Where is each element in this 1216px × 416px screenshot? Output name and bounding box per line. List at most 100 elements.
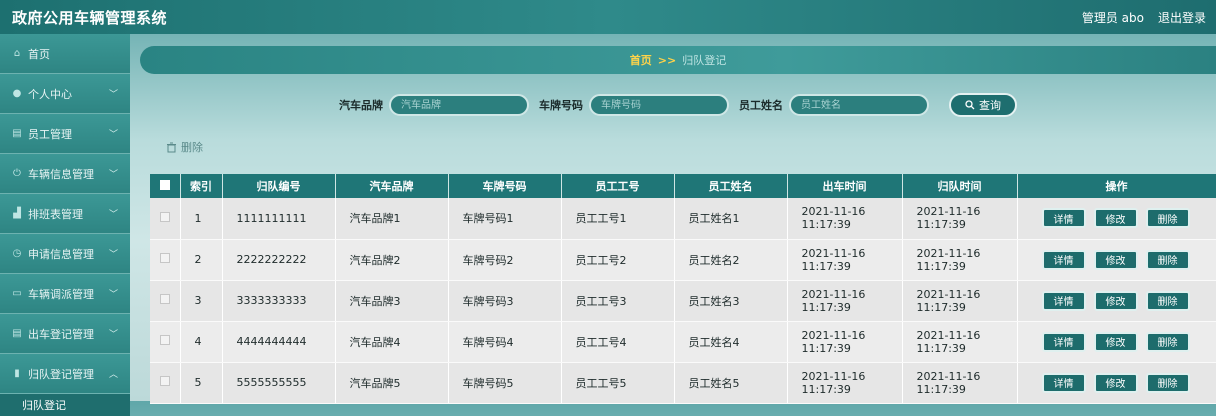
sidebar-item[interactable]: ⏻ 车辆信息管理 ﹀	[0, 154, 130, 194]
sidebar-item[interactable]: ▭ 车辆调派管理 ﹀	[0, 274, 130, 314]
top-bar: 政府公用车辆管理系统 管理员 abo 退出登录	[0, 0, 1216, 34]
column-header: 汽车品牌	[335, 174, 449, 198]
stack-icon: ▤	[12, 327, 22, 339]
table-header-row: 索引 归队编号 汽车品牌 车牌号码 员工工号 员工姓名 出车时间 归队时间 操作	[150, 174, 1216, 198]
top-bar-actions: 管理员 abo 退出登录	[1082, 9, 1206, 26]
breadcrumb-separator: >>	[657, 53, 677, 67]
edit-button[interactable]: 修改	[1093, 372, 1138, 393]
edit-button[interactable]: 修改	[1093, 208, 1138, 229]
chevron-down-icon: ﹀	[108, 130, 118, 140]
breadcrumb: 首页 >> 归队登记	[140, 46, 1216, 74]
edit-button[interactable]: 修改	[1093, 249, 1138, 270]
brand-search-input[interactable]	[389, 94, 529, 116]
sidebar-item-label: 员工管理	[28, 127, 72, 141]
home-icon: ⌂	[13, 47, 21, 59]
sidebar-item-label: 出车登记管理	[28, 327, 94, 341]
sidebar-item-content: ● 个人中心	[12, 86, 72, 102]
batch-delete-label: 删除	[181, 141, 203, 154]
row-checkbox[interactable]	[150, 198, 181, 240]
sidebar-subitem[interactable]: 归队登记	[0, 394, 130, 416]
query-button[interactable]: 查询	[949, 93, 1017, 117]
sidebar-item[interactable]: ▮ 归队登记管理 ︿	[0, 354, 130, 394]
table-cell: 车牌号码2	[448, 239, 562, 281]
delete-button[interactable]: 删除	[1145, 331, 1190, 352]
breadcrumb-home[interactable]: 首页	[630, 52, 652, 68]
power-icon: ⏻	[13, 167, 21, 179]
table-cell: 汽车品牌4	[335, 321, 449, 363]
clock-icon: ◷	[12, 247, 22, 259]
sidebar-item-content: ▤ 出车登记管理	[12, 326, 94, 342]
panel-icon: ▭	[12, 287, 22, 299]
logout-link[interactable]: 退出登录	[1158, 9, 1206, 26]
delete-button[interactable]: 删除	[1145, 290, 1190, 311]
sidebar-item[interactable]: ▤ 员工管理 ﹀	[0, 114, 130, 154]
brand-search-label: 汽车品牌	[339, 99, 383, 112]
actions-cell: 详情 修改 删除	[1017, 239, 1216, 281]
sidebar: ⌂ 首页 ● 个人中心 ﹀ ▤ 员工管理 ﹀ ⏻ 车辆信息管理 ﹀ ▟ 排班表管理 ﹀ ◷ 申请信息管理 ﹀ ▭ 车…	[0, 34, 130, 416]
admin-label[interactable]: 管理员 abo	[1082, 9, 1144, 26]
name-search-label: 员工姓名	[739, 99, 783, 112]
column-header: 归队编号	[222, 174, 336, 198]
sidebar-item[interactable]: ▟ 排班表管理 ﹀	[0, 194, 130, 234]
actions-cell: 详情 修改 删除	[1017, 321, 1216, 363]
column-header: 出车时间	[787, 174, 903, 198]
table-cell: 汽车品牌5	[335, 362, 449, 404]
table-row: 5 5555555555 汽车品牌5 车牌号码5 员工工号5 员工姓名5 2021-11-1…	[150, 362, 1216, 404]
sidebar-item-content: ▮ 归队登记管理	[12, 366, 94, 382]
delete-button[interactable]: 删除	[1145, 249, 1190, 270]
column-header: 员工姓名	[674, 174, 788, 198]
table-cell: 1	[180, 198, 223, 240]
select-all-checkbox[interactable]	[150, 174, 181, 198]
table-cell: 员工姓名3	[674, 280, 788, 322]
table-row: 4 4444444444 汽车品牌4 车牌号码4 员工工号4 员工姓名4 2021-11-1…	[150, 321, 1216, 363]
table-cell: 2021-11-16 11:17:39	[902, 280, 1018, 322]
detail-button[interactable]: 详情	[1041, 290, 1086, 311]
row-checkbox[interactable]	[150, 280, 181, 322]
table-cell: 车牌号码1	[448, 198, 562, 240]
row-checkbox[interactable]	[150, 362, 181, 404]
detail-button[interactable]: 详情	[1041, 372, 1086, 393]
table-cell: 2021-11-16 11:17:39	[902, 321, 1018, 363]
table-cell: 2	[180, 239, 223, 281]
sidebar-item-content: ◷ 申请信息管理	[12, 246, 94, 262]
row-checkbox[interactable]	[150, 321, 181, 363]
plate-search-label: 车牌号码	[539, 99, 583, 112]
search-bar: 汽车品牌 车牌号码 员工姓名 查询	[140, 92, 1216, 118]
sidebar-item-content: ⌂ 首页	[12, 46, 50, 62]
sidebar-item-label: 申请信息管理	[28, 247, 94, 261]
table-cell: 员工姓名5	[674, 362, 788, 404]
detail-button[interactable]: 详情	[1041, 249, 1086, 270]
bars-icon: ▮	[14, 367, 20, 379]
plate-search-field: 车牌号码	[539, 94, 729, 116]
name-search-field: 员工姓名	[739, 94, 929, 116]
table-cell: 2021-11-16 11:17:39	[787, 239, 903, 281]
sidebar-item-content: ▤ 员工管理	[12, 126, 72, 142]
trash-icon	[167, 142, 176, 152]
detail-button[interactable]: 详情	[1041, 331, 1086, 352]
table-cell: 员工姓名1	[674, 198, 788, 240]
chevron-down-icon: ﹀	[108, 250, 118, 260]
detail-button[interactable]: 详情	[1041, 208, 1086, 229]
sidebar-item[interactable]: ● 个人中心 ﹀	[0, 74, 130, 114]
column-header: 索引	[180, 174, 223, 198]
actions-cell: 详情 修改 删除	[1017, 280, 1216, 322]
delete-button[interactable]: 删除	[1145, 372, 1190, 393]
sidebar-item[interactable]: ⌂ 首页	[0, 34, 130, 74]
plate-search-input[interactable]	[589, 94, 729, 116]
brand-search-field: 汽车品牌	[339, 94, 529, 116]
delete-button[interactable]: 删除	[1145, 208, 1190, 229]
query-button-label: 查询	[979, 99, 1001, 112]
table-cell: 员工工号4	[561, 321, 675, 363]
table-cell: 4444444444	[222, 321, 336, 363]
sidebar-item[interactable]: ◷ 申请信息管理 ﹀	[0, 234, 130, 274]
row-checkbox[interactable]	[150, 239, 181, 281]
batch-delete-button[interactable]: 删除	[166, 139, 203, 155]
sidebar-item[interactable]: ▤ 出车登记管理 ﹀	[0, 314, 130, 354]
edit-button[interactable]: 修改	[1093, 331, 1138, 352]
table-cell: 2021-11-16 11:17:39	[787, 280, 903, 322]
breadcrumb-current: 归队登记	[682, 54, 727, 67]
name-search-input[interactable]	[789, 94, 929, 116]
edit-button[interactable]: 修改	[1093, 290, 1138, 311]
table-cell: 2021-11-16 11:17:39	[902, 198, 1018, 240]
table-cell: 车牌号码3	[448, 280, 562, 322]
